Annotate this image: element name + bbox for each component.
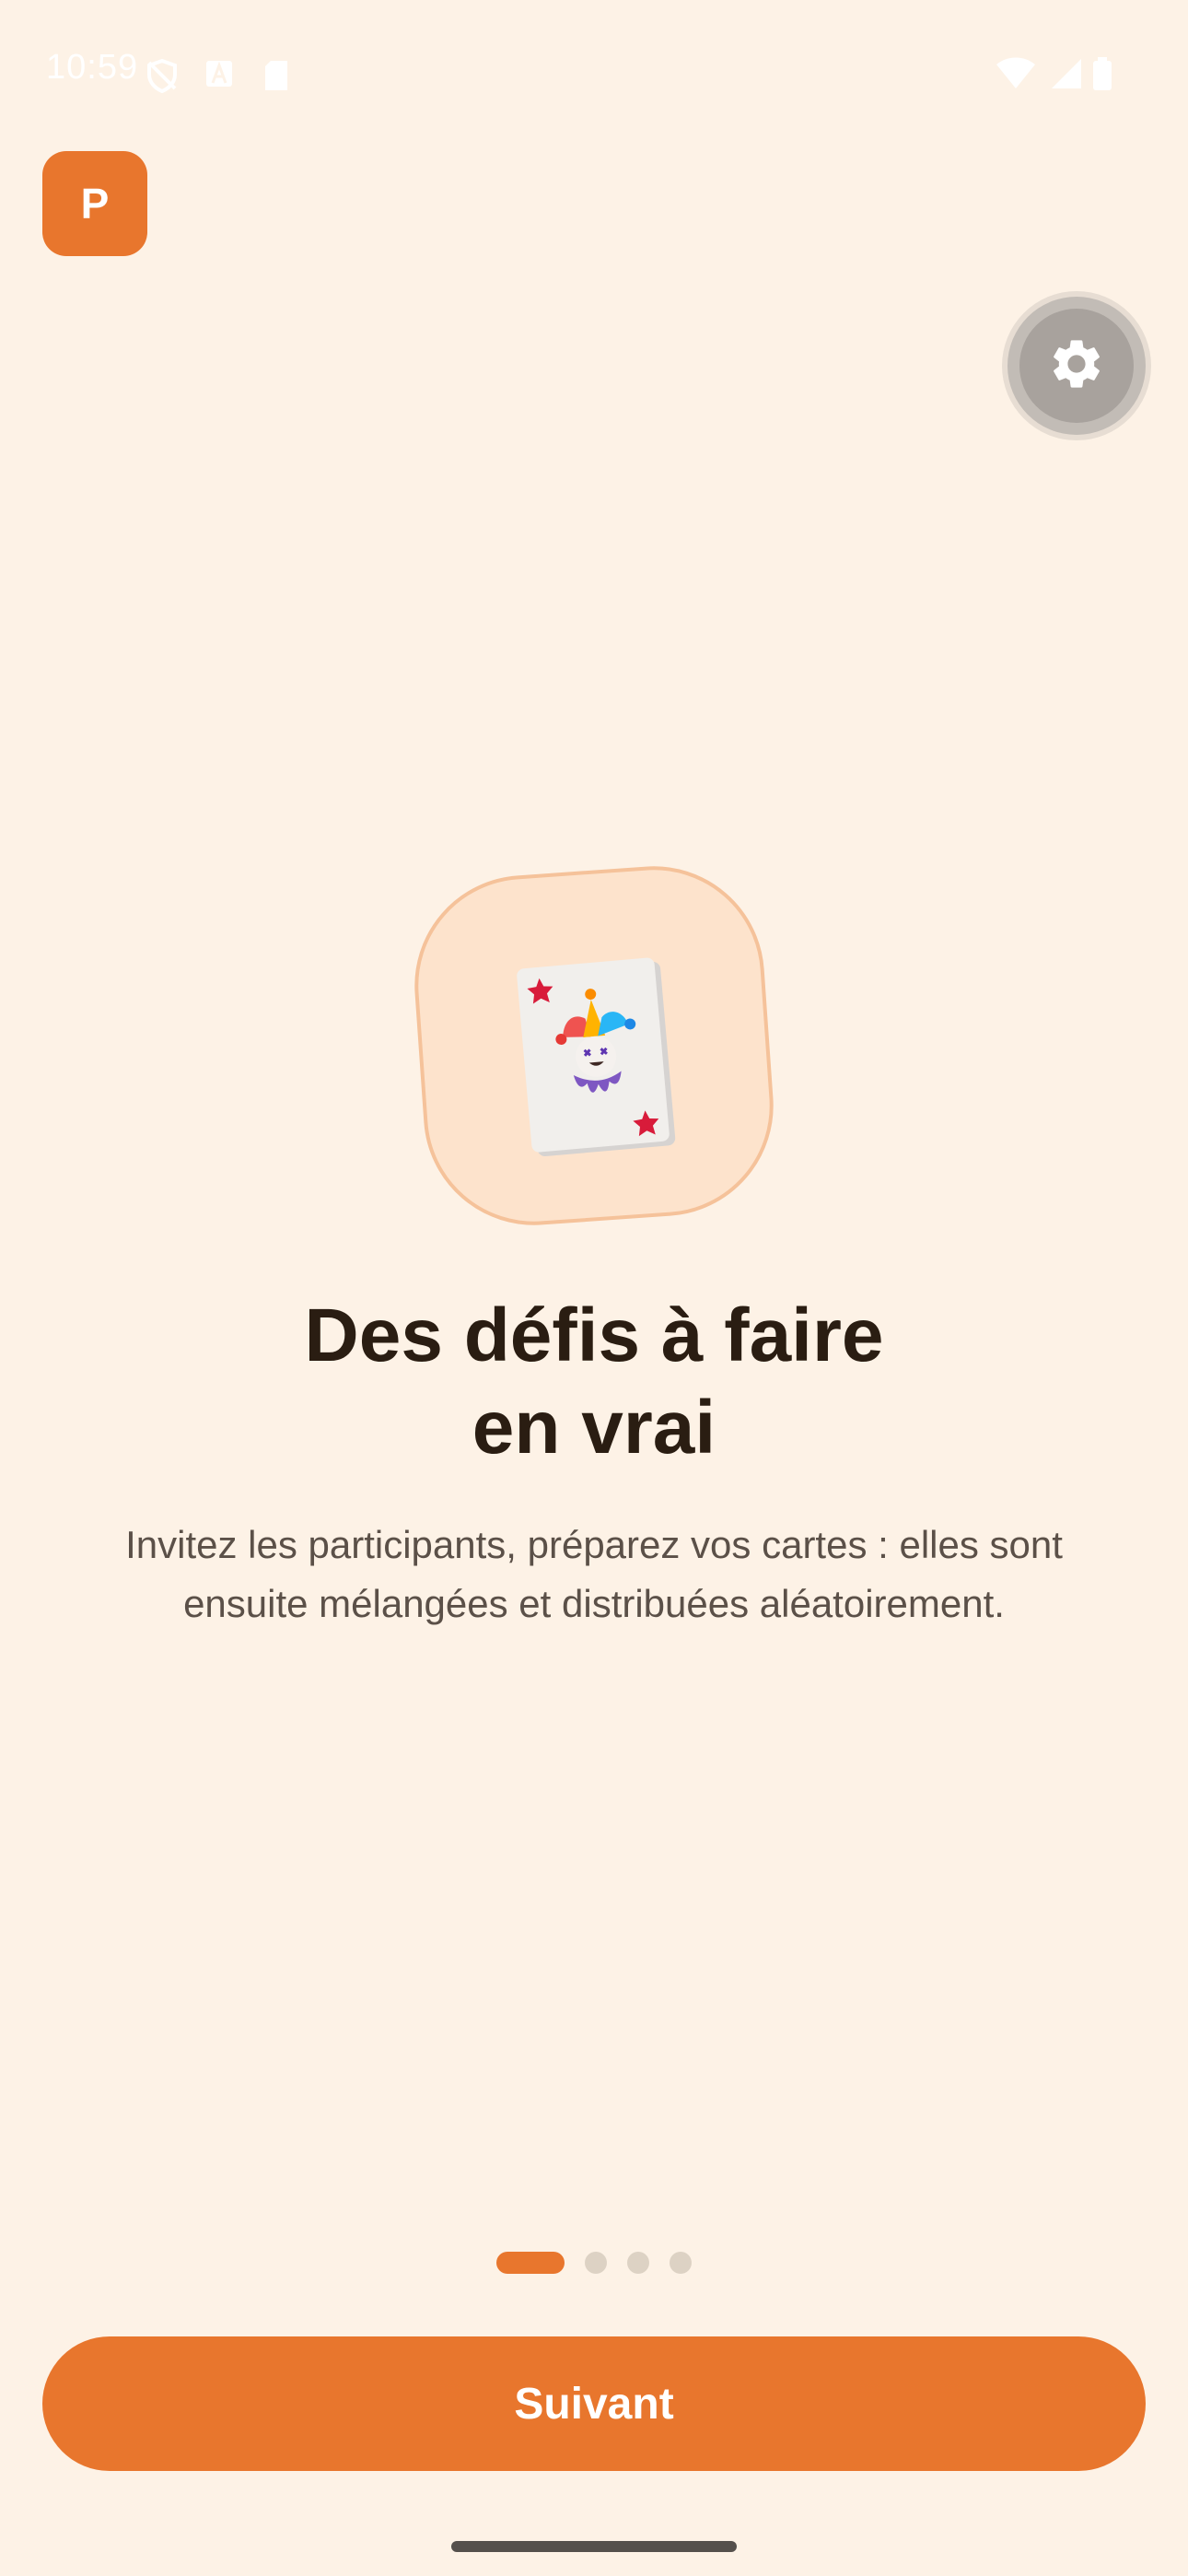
- app-logo-badge[interactable]: P: [42, 151, 147, 256]
- page-dot-1[interactable]: [496, 2252, 565, 2274]
- page-dot-3[interactable]: [627, 2252, 649, 2274]
- settings-button[interactable]: [1007, 297, 1146, 435]
- status-time: 10:59: [46, 48, 139, 87]
- onboarding-title: Des défis à faire en vrai: [0, 1290, 1188, 1474]
- sim-card-icon: [260, 57, 297, 94]
- gear-icon: [1047, 334, 1106, 398]
- page-dot-2[interactable]: [585, 2252, 607, 2274]
- signal-icon: [1048, 55, 1085, 92]
- wifi-icon: [995, 55, 1035, 92]
- onboarding-description: Invitez les participants, préparez vos c…: [125, 1523, 1063, 1625]
- onboarding-title-line2: en vrai: [472, 1386, 716, 1469]
- home-indicator[interactable]: [451, 2541, 737, 2552]
- status-bar: 10:59: [0, 0, 1188, 147]
- a-font-icon: [203, 57, 239, 94]
- page-indicator: [0, 2252, 1188, 2274]
- onboarding-title-line1: Des défis à faire: [304, 1294, 884, 1377]
- page-dot-4[interactable]: [670, 2252, 692, 2274]
- shield-off-icon: [144, 57, 181, 94]
- next-button[interactable]: Suivant: [42, 2336, 1146, 2471]
- joker-card-icon: [511, 954, 677, 1161]
- battery-icon: [1090, 55, 1127, 92]
